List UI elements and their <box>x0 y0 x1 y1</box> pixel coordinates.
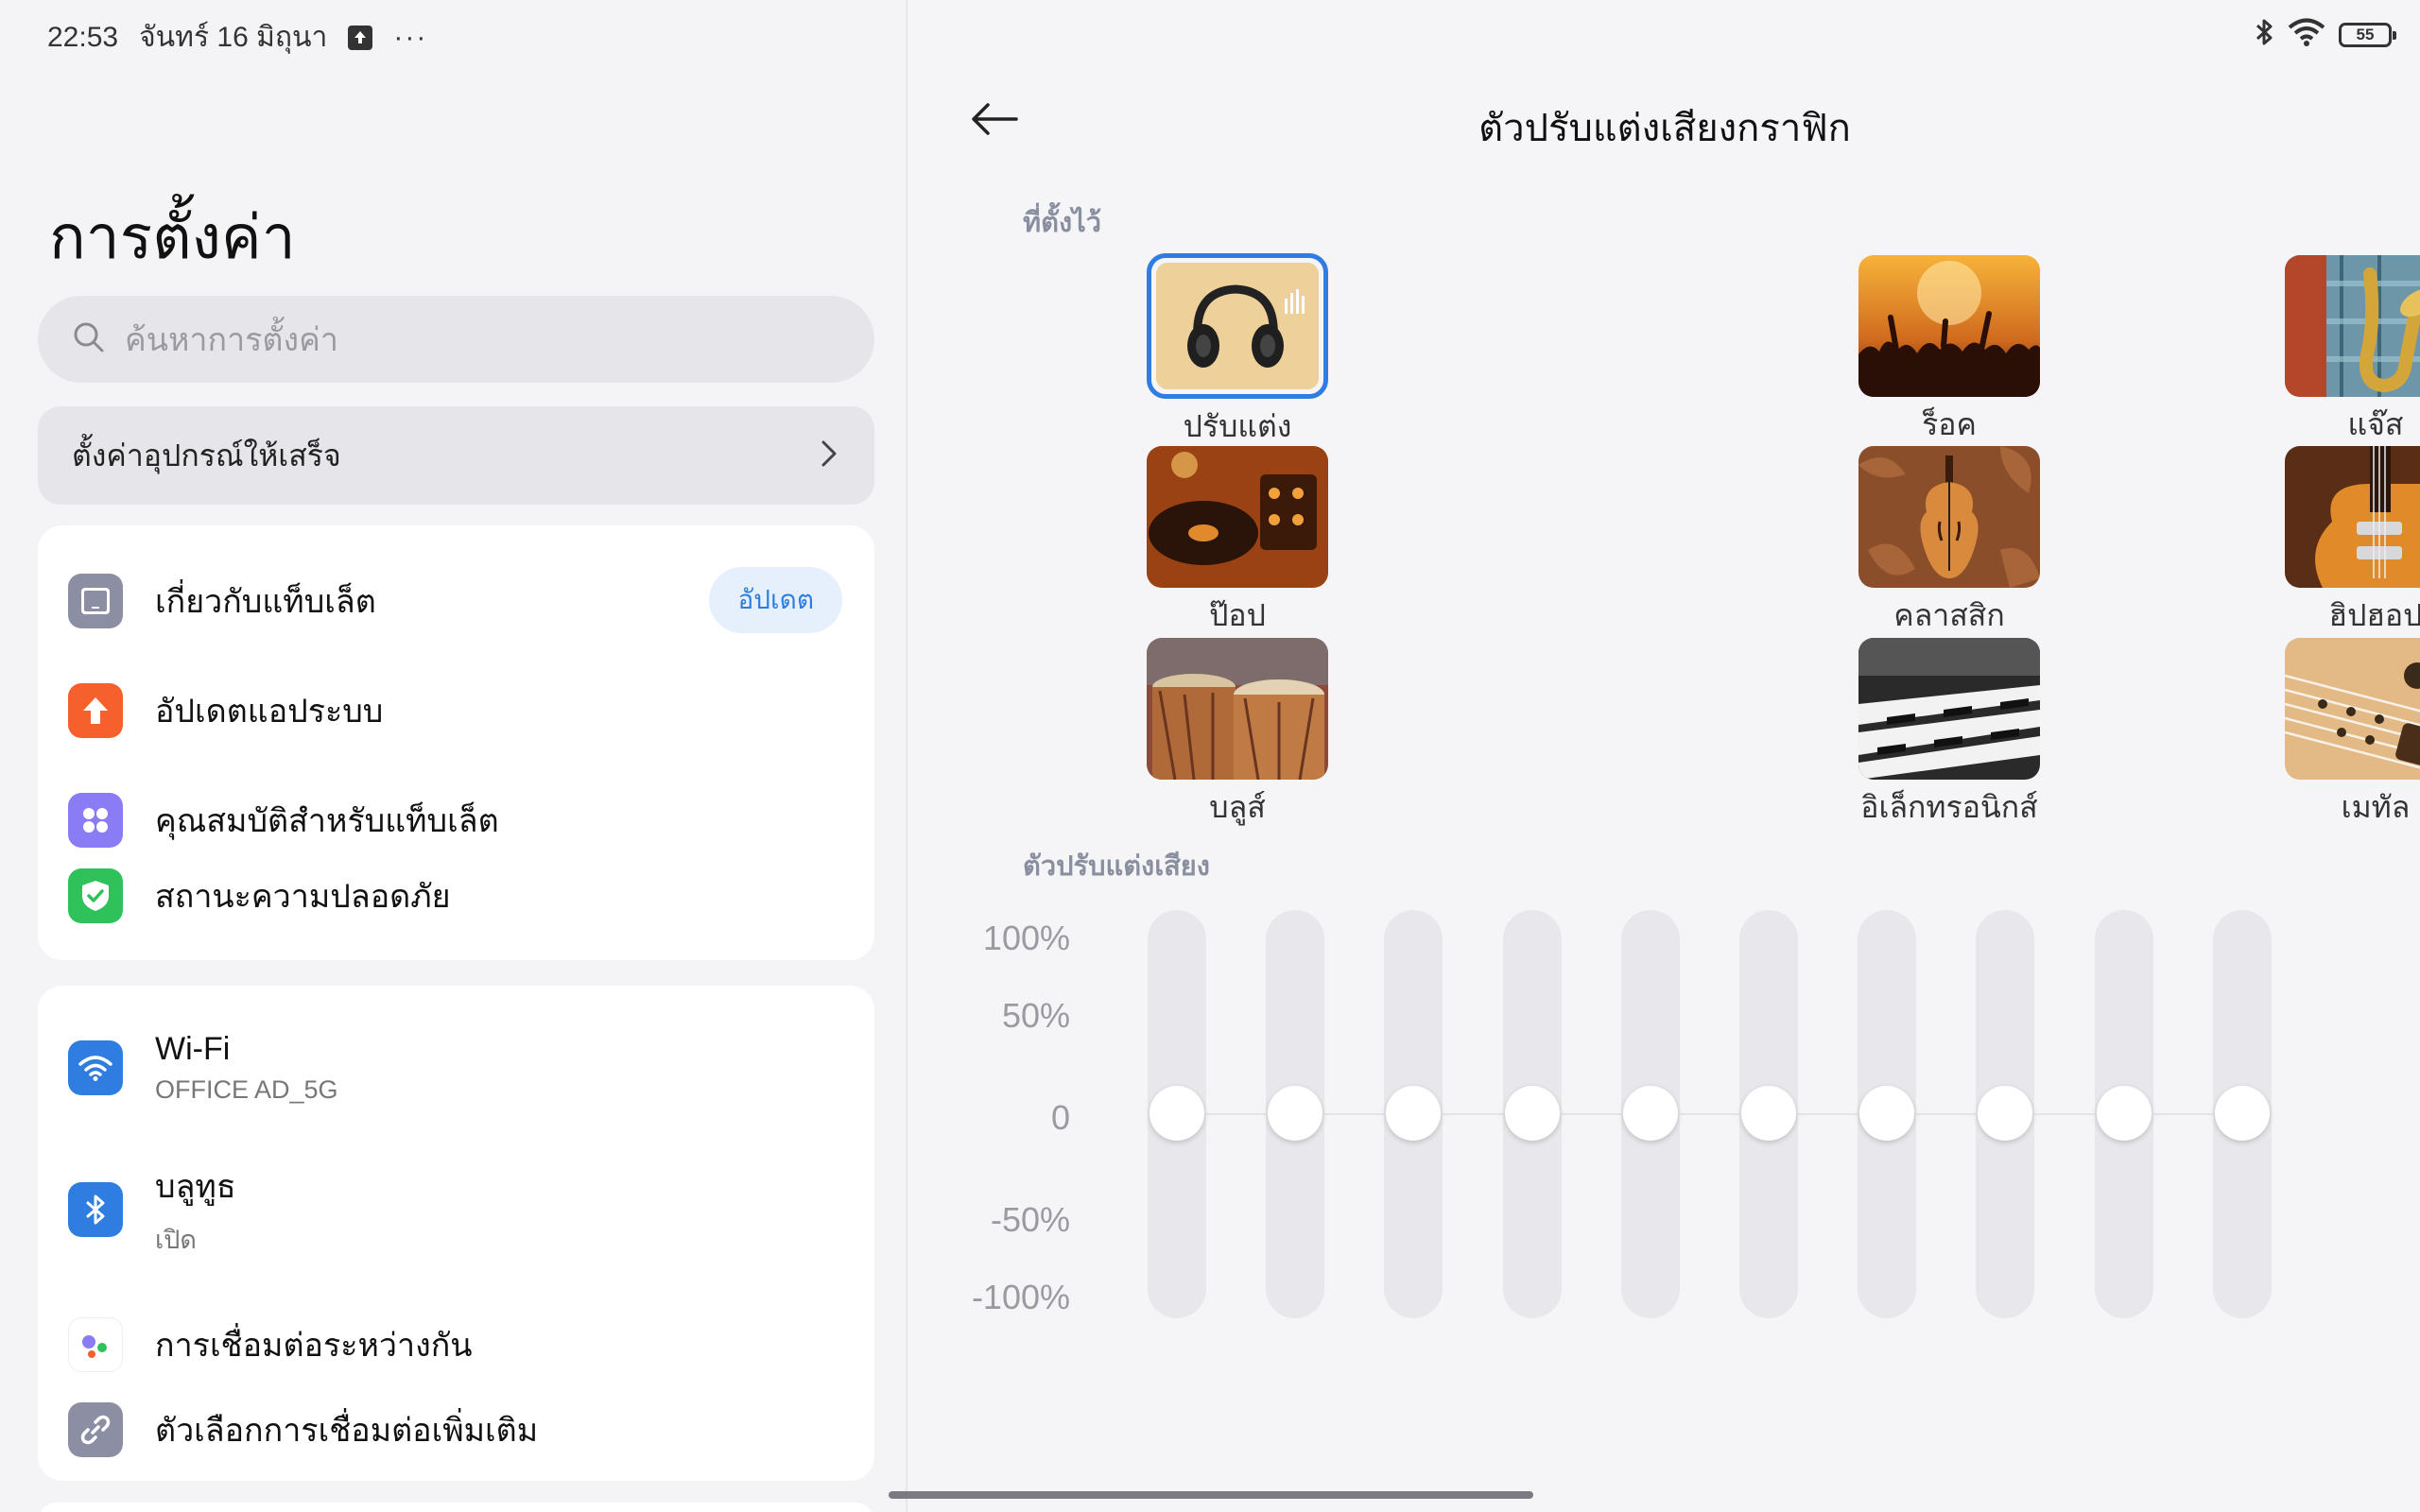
preset-pop[interactable]: ป๊อป <box>1143 446 1332 640</box>
sidebar-item-label: สถานะความปลอดภัย <box>155 879 451 915</box>
preset-label: ป๊อป <box>1209 598 1266 632</box>
eq-band-knob-7[interactable] <box>1859 1086 1914 1141</box>
preset-label: บลูส์ <box>1209 790 1266 824</box>
sidebar-item-more-connections[interactable]: ตัวเลือกการเชื่อมต่อเพิ่มเติม <box>38 1383 874 1477</box>
sidebar-item-security-status[interactable]: สถานะความปลอดภัย <box>38 841 874 951</box>
concert-crowd-image <box>1858 255 2040 397</box>
settings-group-next <box>38 1503 874 1512</box>
drums-image <box>1147 638 1328 780</box>
equalizer-panel: ตัวปรับแต่งเสียงกราฟิก ที่ตั้งไว้ ปรับแต… <box>889 0 2420 1512</box>
guitar-strings-image <box>2285 638 2420 780</box>
upload-arrow-icon <box>68 683 123 738</box>
search-icon <box>72 320 106 359</box>
preset-classical[interactable]: คลาสสิก <box>1855 446 2044 640</box>
wifi-network-name: OFFICE AD_5G <box>155 1075 338 1104</box>
link-icon <box>68 1402 123 1457</box>
settings-group-connections: Wi-Fi OFFICE AD_5G บลูทูธ เปิด การเชื่อม… <box>38 986 874 1481</box>
search-input[interactable]: ค้นหาการตั้งค่า <box>38 296 874 383</box>
scale-label-minus-100: -100% <box>971 1278 1070 1316</box>
bluetooth-status-icon <box>2254 17 2274 52</box>
presets-section-label: ที่ตั้งไว้ <box>1023 208 1101 238</box>
status-time: 22:53 <box>47 21 119 53</box>
sidebar-item-label: เกี่ยวกับแท็บเล็ต <box>155 584 376 620</box>
scale-label-minus-50: -50% <box>990 1200 1070 1239</box>
eq-band-knob-5[interactable] <box>1623 1086 1678 1141</box>
preset-label: อิเล็กทรอนิกส์ <box>1860 790 2038 824</box>
preset-blues[interactable]: บลูส์ <box>1143 638 1332 832</box>
preset-label: คลาสสิก <box>1893 598 2005 632</box>
equalizer-section-label: ตัวปรับแต่งเสียง <box>1023 851 1210 882</box>
violin-image <box>1858 446 2040 588</box>
upload-notification-icon <box>348 25 373 50</box>
finish-setup-banner[interactable]: ตั้งค่าอุปกรณ์ให้เสร็จ <box>38 406 874 505</box>
shield-check-icon <box>68 868 123 923</box>
preset-label: ปรับแต่ง <box>1183 409 1292 443</box>
turntable-image <box>1147 446 1328 588</box>
wifi-status-icon <box>2288 18 2325 51</box>
chevron-right-icon <box>818 438 840 474</box>
sidebar-item-bluetooth[interactable]: บลูทูธ เปิด <box>38 1148 874 1271</box>
eq-band-knob-1[interactable] <box>1150 1086 1204 1141</box>
finish-setup-label: ตั้งค่าอุปกรณ์ให้เสร็จ <box>72 438 341 472</box>
preset-metal[interactable]: เมทัล <box>2281 638 2420 832</box>
wifi-icon <box>68 1040 123 1095</box>
scale-label-100: 100% <box>982 919 1070 957</box>
sidebar-item-label: ตัวเลือกการเชื่อมต่อเพิ่มเติม <box>155 1413 539 1449</box>
grid-dots-icon <box>68 793 123 848</box>
sidebar-item-label: อัปเดตแอประบบ <box>155 694 384 730</box>
sidebar-item-label: บลูทูธ <box>155 1168 236 1205</box>
sidebar-item-label: คุณสมบัติสำหรับแท็บเล็ต <box>155 803 499 839</box>
eq-band-knob-4[interactable] <box>1505 1086 1560 1141</box>
page-title: การตั้งค่า <box>49 203 296 271</box>
more-notifications-icon: ··· <box>393 21 428 53</box>
eq-band-knob-10[interactable] <box>2215 1086 2270 1141</box>
scale-label-50: 50% <box>1001 996 1070 1035</box>
home-indicator[interactable] <box>889 1491 1533 1499</box>
eq-band-knob-2[interactable] <box>1268 1086 1322 1141</box>
sidebar-item-label: การเชื่อมต่อระหว่างกัน <box>155 1328 473 1364</box>
sidebar-item-system-app-update[interactable]: อัปเดตแอประบบ <box>38 656 874 765</box>
eq-band-knob-9[interactable] <box>2097 1086 2152 1141</box>
preset-label: เมทัล <box>2341 790 2411 824</box>
eq-band-knob-6[interactable] <box>1741 1086 1796 1141</box>
preset-label: แจ๊ส <box>2347 407 2404 441</box>
search-placeholder: ค้นหาการตั้งค่า <box>125 322 338 358</box>
saxophone-image <box>2285 255 2420 397</box>
status-date: จันทร์ 16 มิถุนา <box>139 22 328 53</box>
sidebar-item-about-tablet[interactable]: เกี่ยวกับแท็บเล็ต อัปเดต <box>38 546 874 656</box>
sidebar-item-wifi[interactable]: Wi-Fi OFFICE AD_5G <box>38 1006 874 1129</box>
eq-band-knob-3[interactable] <box>1386 1086 1441 1141</box>
status-bar: 22:53 จันทร์ 16 มิถุนา ··· 55 <box>0 0 2420 66</box>
settings-group-device: เกี่ยวกับแท็บเล็ต อัปเดต อัปเดตแอประบบ ค… <box>38 525 874 960</box>
page-title: ตัวปรับแต่งเสียงกราฟิก <box>1478 108 1851 149</box>
keyboard-image <box>1858 638 2040 780</box>
bluetooth-icon <box>68 1182 123 1237</box>
preset-rock[interactable]: ร็อค <box>1855 255 2044 449</box>
preset-label: ฮิปฮอป <box>2328 598 2420 632</box>
preset-electronic[interactable]: อิเล็กทรอนิกส์ <box>1855 638 2044 832</box>
electric-guitar-image <box>2285 446 2420 588</box>
preset-label: ร็อค <box>1922 407 1977 441</box>
battery-icon: 55 <box>2339 22 2396 47</box>
tablet-icon <box>68 574 123 628</box>
settings-sidebar: การตั้งค่า ค้นหาการตั้งค่า ตั้งค่าอุปกรณ… <box>0 0 908 1512</box>
sidebar-item-label: Wi-Fi <box>155 1031 231 1067</box>
preset-hiphop[interactable]: ฮิปฮอป <box>2281 446 2420 640</box>
scale-label-0: 0 <box>1050 1098 1070 1137</box>
update-badge[interactable]: อัปเดต <box>709 567 842 633</box>
headphones-image <box>1147 253 1328 399</box>
interconnect-icon <box>68 1317 123 1372</box>
eq-band-knob-8[interactable] <box>1978 1086 2032 1141</box>
preset-custom[interactable]: ปรับแต่ง <box>1143 253 1332 451</box>
preset-jazz[interactable]: แจ๊ส <box>2281 255 2420 449</box>
bluetooth-status: เปิด <box>155 1225 197 1254</box>
